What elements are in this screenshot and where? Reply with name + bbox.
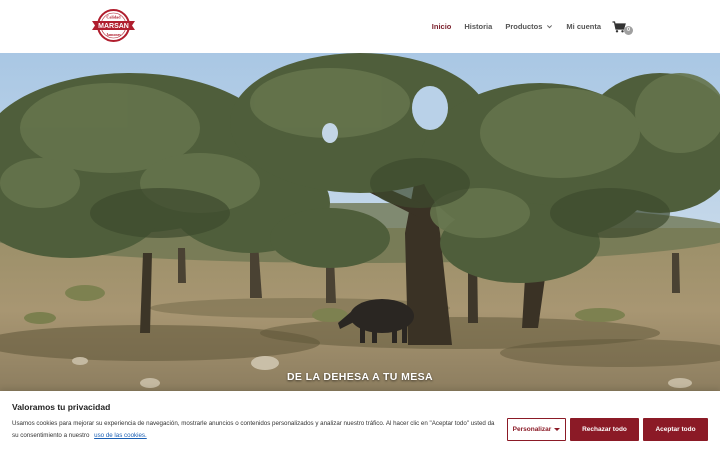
- nav-item-inicio[interactable]: Inicio: [432, 22, 452, 31]
- hero-caption: DE LA DEHESA A TU MESA: [286, 371, 434, 383]
- reject-label: Rechazar todo: [582, 426, 627, 433]
- cookie-description: Usamos cookies para mejorar su experienc…: [12, 418, 502, 441]
- accept-all-button[interactable]: Aceptar todo: [643, 418, 708, 441]
- cookie-policy-link[interactable]: uso de las cookies.: [94, 432, 147, 439]
- hero-banner: DE LA DEHESA A TU MESA: [0, 53, 720, 393]
- cart-button[interactable]: 0: [612, 20, 633, 35]
- nav-item-productos[interactable]: Productos: [505, 22, 553, 31]
- logo-bottom-text: Jamones: [106, 32, 121, 37]
- brand-logo[interactable]: Calidad MARSAN Jamones: [91, 9, 136, 42]
- accept-label: Aceptar todo: [655, 426, 696, 433]
- logo-brand-text: MARSAN: [98, 23, 129, 30]
- nav-item-historia[interactable]: Historia: [464, 22, 492, 31]
- customize-button[interactable]: Personalizar: [507, 418, 566, 441]
- caret-down-icon: [554, 428, 561, 431]
- nav-item-label: Historia: [464, 22, 493, 31]
- site-header: Calidad MARSAN Jamones Inicio Historia P…: [0, 0, 720, 53]
- main-nav: Inicio Historia Productos Mi cuenta 0: [419, 0, 633, 53]
- nav-item-label: Productos: [505, 22, 543, 31]
- reject-all-button[interactable]: Rechazar todo: [570, 418, 639, 441]
- nav-item-label: Inicio: [431, 22, 452, 31]
- nav-item-label: Mi cuenta: [566, 22, 601, 31]
- customize-label: Personalizar: [512, 426, 552, 433]
- cookie-title: Valoramos tu privacidad: [12, 402, 111, 412]
- cookie-banner: Valoramos tu privacidad Usamos cookies p…: [0, 391, 720, 450]
- cookie-text: Usamos cookies para mejorar su experienc…: [12, 420, 495, 439]
- dehesa-hero-image: [0, 53, 720, 393]
- nav-item-mi-cuenta[interactable]: Mi cuenta: [566, 22, 601, 31]
- chevron-down-icon: [547, 25, 553, 29]
- cart-count-badge: 0: [624, 25, 633, 35]
- logo-top-text: Calidad: [106, 15, 121, 20]
